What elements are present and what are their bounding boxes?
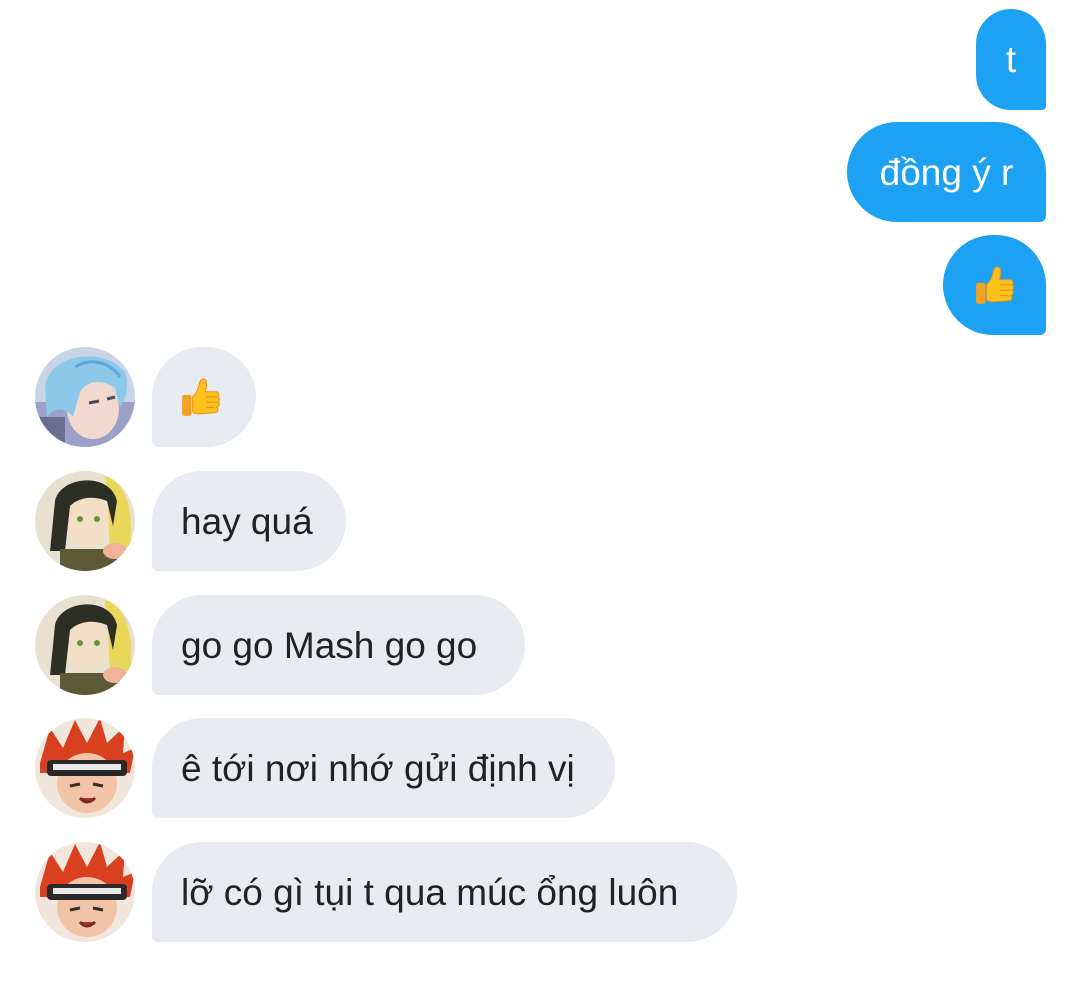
avatar[interactable] <box>35 595 135 695</box>
red-hair-avatar-icon <box>35 718 135 818</box>
message-text: t <box>1005 39 1017 80</box>
outgoing-message-bubble[interactable] <box>943 235 1046 335</box>
avatar[interactable] <box>35 718 135 818</box>
outgoing-message-bubble[interactable]: t <box>976 9 1046 110</box>
incoming-message-bubble[interactable] <box>152 347 256 447</box>
outgoing-message-bubble[interactable]: đồng ý r <box>847 122 1046 222</box>
avatar[interactable] <box>35 842 135 942</box>
message-text: ê tới nơi nhớ gửi định vị <box>181 747 575 789</box>
thumbs-up-icon <box>180 376 222 418</box>
thumbs-up-icon <box>974 264 1016 306</box>
message-text: go go Mash go go <box>181 624 478 666</box>
avatar[interactable] <box>35 347 135 447</box>
incoming-message-bubble[interactable]: lỡ có gì tụi t qua múc ổng luôn <box>152 842 737 942</box>
incoming-message-bubble[interactable]: hay quá <box>152 471 346 571</box>
message-text: lỡ có gì tụi t qua múc ổng luôn <box>181 871 679 913</box>
message-text: đồng ý r <box>879 151 1014 193</box>
blue-hair-avatar-icon <box>35 347 135 447</box>
message-text: hay quá <box>181 500 313 542</box>
incoming-message-bubble[interactable]: ê tới nơi nhớ gửi định vị <box>152 718 615 818</box>
red-hair-avatar-icon <box>35 842 135 942</box>
dark-hair-avatar-icon <box>35 595 135 695</box>
dark-hair-avatar-icon <box>35 471 135 571</box>
incoming-message-bubble[interactable]: go go Mash go go <box>152 595 525 695</box>
avatar[interactable] <box>35 471 135 571</box>
